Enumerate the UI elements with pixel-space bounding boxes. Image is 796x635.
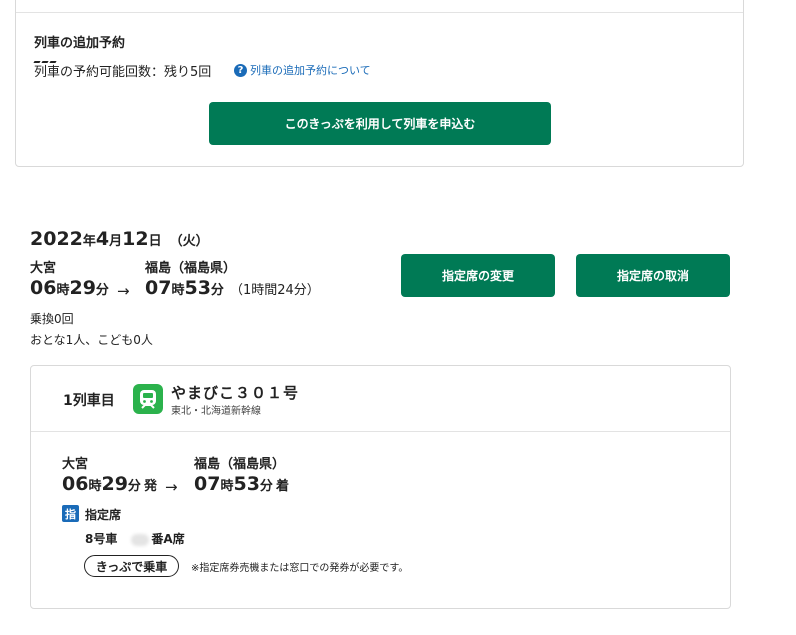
seat-type: 指定席: [85, 508, 122, 522]
help-icon: ?: [234, 63, 247, 77]
train-arrival-time: 07時53分着: [194, 473, 289, 495]
reserved-seat-icon: 指: [62, 505, 79, 522]
transfer-count: 乗換0回: [30, 312, 74, 326]
departure-station: 大宮: [30, 261, 57, 276]
ticket-boarding-badge: きっぷで乗車: [84, 555, 179, 577]
arrival-station: 福島（福島県）: [145, 261, 237, 276]
help-link-label: 列車の追加予約について: [250, 64, 371, 77]
line-name: 東北・北海道新幹線: [171, 406, 261, 417]
cancel-seat-button[interactable]: 指定席の取消: [576, 254, 730, 297]
additional-reservation-card: 列車の追加予約 列車の予約可能回数：残り5回 ? 列車の追加予約について このき…: [15, 0, 744, 167]
trip-duration: （1時間24分）: [229, 283, 320, 298]
train-departure-time: 06時29分発: [62, 473, 157, 495]
train-order: 1列車目: [63, 393, 115, 409]
train-arrival-station: 福島（福島県）: [194, 457, 286, 472]
train-name: やまびこ３０１号: [171, 384, 300, 402]
train-icon: [133, 384, 163, 414]
help-link[interactable]: ? 列車の追加予約について: [234, 62, 371, 78]
card-divider: [31, 431, 730, 432]
change-seat-button[interactable]: 指定席の変更: [401, 254, 555, 297]
ticketing-note: ※指定席券売機または窓口での発券が必要です。: [191, 563, 409, 574]
train-departure-station: 大宮: [62, 457, 89, 472]
remaining-count-text: 列車の予約可能回数：残り5回: [34, 65, 212, 80]
passenger-count: おとな1人、こども0人: [30, 333, 153, 347]
arrow-icon: →: [117, 282, 130, 300]
arrival-time: 07時53分 （1時間24分）: [145, 277, 320, 299]
departure-time: 06時29分: [30, 277, 109, 299]
card-divider: [16, 12, 743, 13]
seat-detail: 8号車 番A席: [85, 532, 185, 546]
trip-date: 2022年4月12日 （火）: [30, 228, 209, 250]
train-detail-card: 1列車目 やまびこ３０１号 東北・北海道新幹線 大宮 福島（福島県） 06時29…: [30, 365, 731, 609]
title-underline: [33, 48, 58, 63]
apply-train-button[interactable]: このきっぷを利用して列車を申込む: [209, 102, 551, 145]
arrow-icon: →: [165, 478, 178, 496]
masked-seat-number: [131, 533, 150, 546]
